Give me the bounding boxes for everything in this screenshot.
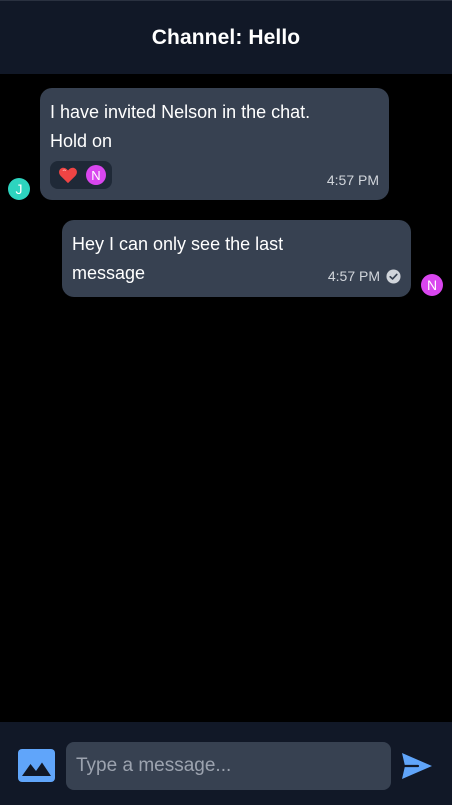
send-icon[interactable]: [400, 751, 434, 781]
message-list[interactable]: I have invited Nelson in the chat. Hold …: [0, 74, 452, 722]
message-bubble[interactable]: I have invited Nelson in the chat. Hold …: [40, 88, 389, 200]
message-bubble[interactable]: Hey I can only see the last message 4:57…: [62, 220, 411, 297]
avatar: J: [8, 178, 30, 200]
heart-icon[interactable]: [58, 166, 78, 184]
message-input[interactable]: [66, 742, 391, 790]
avatar: N: [421, 274, 443, 296]
message-composer: [0, 722, 452, 805]
reactions-bar[interactable]: N: [50, 161, 112, 189]
message-timestamp: 4:57 PM: [327, 268, 380, 284]
message-text: I have invited Nelson in the chat. Hold …: [50, 102, 311, 151]
reaction-avatar: N: [86, 165, 106, 185]
page-title: Channel: Hello: [151, 25, 301, 49]
chat-header: Channel: Hello: [0, 0, 452, 74]
message-input-wrapper: [66, 742, 391, 790]
message-text: Hey I can only see the last message: [72, 234, 284, 283]
message-timestamp: 4:57 PM: [326, 172, 379, 188]
check-circle-icon: [386, 269, 401, 284]
image-icon[interactable]: [18, 749, 55, 782]
